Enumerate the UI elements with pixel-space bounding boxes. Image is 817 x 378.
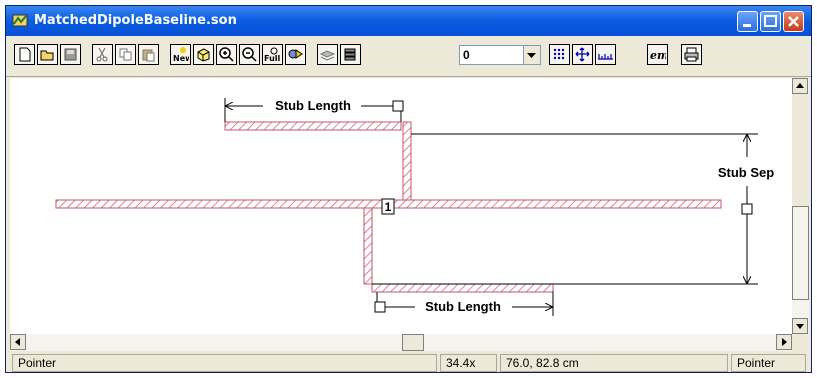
dim-handle-bottom[interactable]: [374, 301, 386, 313]
zoom-full-icon: Full: [264, 47, 281, 63]
vertical-scroll-thumb[interactable]: [792, 206, 809, 300]
zoom-out-icon: [242, 47, 257, 62]
layers-button[interactable]: [317, 44, 338, 65]
app-icon: [12, 14, 28, 27]
stub-sep-label: Stub Sep: [718, 165, 774, 180]
new-button[interactable]: New: [170, 44, 191, 65]
new-star-icon: New: [173, 47, 189, 63]
close-icon: [788, 16, 799, 27]
arrow-down-icon: [796, 324, 804, 329]
scissors-icon: [96, 47, 108, 62]
zoom-in-icon: [219, 47, 234, 62]
save-button[interactable]: [60, 44, 81, 65]
maximize-button[interactable]: [760, 11, 781, 32]
printer-icon: [684, 47, 699, 62]
dim-handle-top[interactable]: [392, 100, 404, 112]
print-button[interactable]: [681, 44, 702, 65]
minimize-button[interactable]: [737, 11, 758, 32]
stack-button[interactable]: [340, 44, 361, 65]
svg-text:em: em: [650, 49, 666, 62]
window-title: MatchedDipoleBaseline.son: [34, 13, 237, 28]
open-folder-icon: [40, 50, 54, 61]
move-button[interactable]: [572, 44, 593, 65]
scroll-up-button[interactable]: [792, 78, 808, 94]
cut-button[interactable]: [92, 44, 113, 65]
close-button[interactable]: [783, 11, 804, 32]
copy-icon: [119, 48, 132, 61]
ruler-button[interactable]: [595, 44, 616, 65]
circuit-layout[interactable]: 1 Stub Length Stub Sep Stub Length: [10, 78, 792, 334]
layers-icon: [319, 50, 336, 61]
arrow-up-icon: [796, 83, 804, 88]
app-window: MatchedDipoleBaseline.son New Full 0 e 1…: [5, 5, 812, 373]
port-label: 1: [385, 200, 392, 214]
em-icon: em: [650, 49, 666, 62]
chevron-down-icon[interactable]: [523, 46, 540, 64]
horizontal-scrollbar[interactable]: [10, 334, 792, 351]
level-select-value: 0: [463, 48, 470, 62]
top-stub-vertical[interactable]: [402, 121, 412, 201]
cube-icon: [197, 48, 210, 62]
scroll-down-button[interactable]: [792, 318, 808, 334]
scroll-right-button[interactable]: [776, 334, 792, 350]
dim-handle-sep[interactable]: [741, 203, 753, 215]
status-mode-right: Pointer: [731, 354, 806, 372]
maximize-icon: [764, 15, 777, 27]
minimize-icon: [743, 24, 751, 27]
bottom-stub-horizontal[interactable]: [371, 283, 554, 293]
move-arrows-icon: [575, 47, 590, 62]
arrow-right-icon: [782, 338, 787, 346]
new-file-icon: [19, 47, 31, 62]
open-button[interactable]: [37, 44, 58, 65]
grid-button[interactable]: [549, 44, 570, 65]
edit-3d-button[interactable]: [193, 44, 214, 65]
stack-icon: [344, 48, 356, 61]
level-select[interactable]: 0: [459, 45, 541, 65]
new-file-button[interactable]: [14, 44, 35, 65]
save-icon: [64, 48, 77, 61]
stub-length-bottom-label: Stub Length: [425, 299, 501, 314]
toolbar: New Full 0 e: [6, 38, 811, 77]
svg-text:Full: Full: [264, 54, 281, 63]
bottom-stub-vertical[interactable]: [363, 207, 373, 285]
title-bar[interactable]: MatchedDipoleBaseline.son: [6, 6, 811, 36]
arrow-left-icon: [15, 338, 20, 346]
stub-length-top-label: Stub Length: [275, 98, 351, 113]
svg-text:New: New: [173, 54, 189, 63]
zoom-out-button[interactable]: [239, 44, 260, 65]
view-3d-icon: [288, 49, 303, 59]
em-button[interactable]: em: [647, 44, 668, 65]
status-mode-left: Pointer: [12, 354, 437, 372]
vertical-scroll-track-upper[interactable]: [792, 94, 809, 206]
zoom-in-button[interactable]: [216, 44, 237, 65]
top-stub-horizontal[interactable]: [224, 121, 402, 131]
status-coordinates: 76.0, 82.8 cm: [500, 354, 728, 372]
paste-button[interactable]: [138, 44, 159, 65]
view-3d-button[interactable]: [285, 44, 306, 65]
copy-button[interactable]: [115, 44, 136, 65]
ruler-icon: [598, 54, 613, 60]
horizontal-scroll-thumb[interactable]: [402, 334, 424, 351]
zoom-full-button[interactable]: Full: [262, 44, 283, 65]
paste-icon: [142, 49, 155, 62]
status-zoom: 34.4x: [440, 354, 497, 372]
grid-dots-icon: [553, 48, 565, 60]
vertical-scrollbar[interactable]: [792, 78, 809, 334]
scroll-left-button[interactable]: [10, 334, 26, 350]
status-bar: Pointer 34.4x 76.0, 82.8 cm Pointer: [6, 352, 811, 372]
layout-canvas[interactable]: 1 Stub Length Stub Sep Stub Length: [10, 78, 792, 334]
